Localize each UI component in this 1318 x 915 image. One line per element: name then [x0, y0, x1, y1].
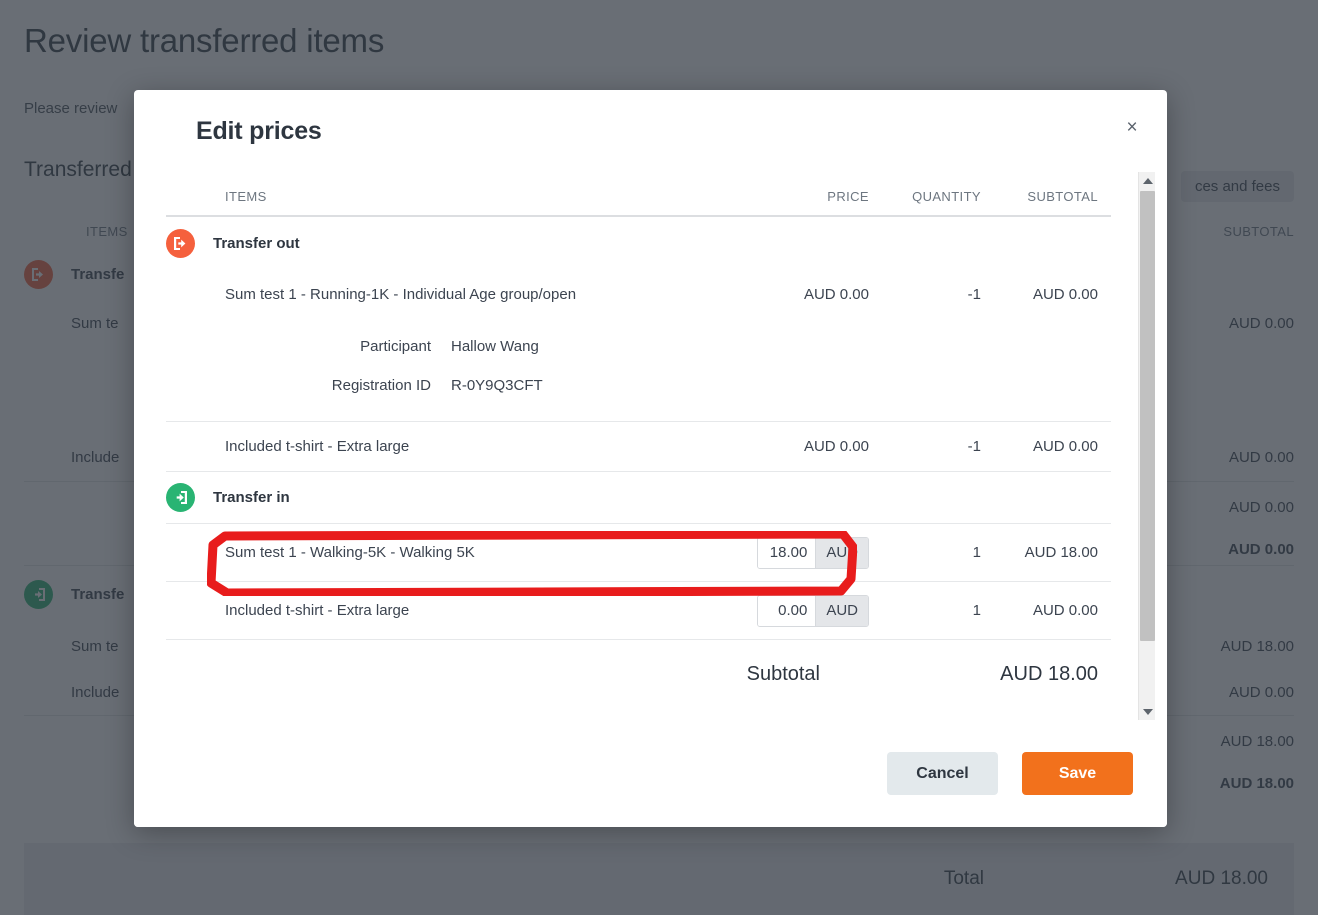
transfer-out-icon	[166, 229, 195, 258]
item-quantity: 1	[869, 602, 981, 619]
price-input[interactable]	[758, 538, 815, 568]
section-header-transfer-out: Transfer out	[166, 217, 1111, 269]
subtotal-label: Subtotal	[166, 663, 868, 686]
header-quantity: QUANTITY	[869, 189, 981, 204]
item-name: Sum test 1 - Walking-5K - Walking 5K	[166, 544, 719, 561]
table-row: Included t-shirt - Extra large AUD 1 AUD…	[166, 581, 1111, 639]
table-row: Sum test 1 - Running-1K - Individual Age…	[166, 269, 1111, 319]
header-subtotal: SUBTOTAL	[981, 189, 1111, 204]
detail-value: R-0Y9Q3CFT	[451, 377, 543, 394]
detail-value: Hallow Wang	[451, 338, 539, 355]
item-price: AUD 0.00	[719, 286, 869, 303]
header-price: PRICE	[719, 189, 869, 204]
detail-label: Registration ID	[166, 377, 451, 394]
item-subtotal: AUD 0.00	[981, 602, 1111, 619]
table-row: Included t-shirt - Extra large AUD 0.00 …	[166, 421, 1111, 471]
price-input[interactable]	[758, 596, 815, 626]
currency-addon: AUD	[815, 596, 868, 626]
modal-scroll-area: ITEMS PRICE QUANTITY SUBTOTAL Transfer o…	[134, 172, 1167, 720]
scroll-down-icon[interactable]	[1139, 703, 1156, 720]
close-icon[interactable]: ×	[1117, 112, 1147, 142]
edit-prices-modal: Edit prices × ITEMS PRICE QUANTITY SUBTO…	[134, 90, 1167, 827]
cancel-button[interactable]: Cancel	[887, 752, 998, 795]
item-subtotal: AUD 0.00	[981, 286, 1111, 303]
item-subtotal: AUD 18.00	[981, 544, 1111, 561]
detail-label: Participant	[166, 338, 451, 355]
price-input-group[interactable]: AUD	[757, 537, 869, 569]
table-row: Sum test 1 - Walking-5K - Walking 5K AUD…	[166, 523, 1111, 581]
item-quantity: -1	[869, 286, 981, 303]
price-input-group[interactable]: AUD	[757, 595, 869, 627]
subtotal-value: AUD 18.00	[868, 663, 1111, 686]
transfer-in-icon	[166, 483, 195, 512]
header-items: ITEMS	[166, 189, 719, 204]
item-quantity: -1	[869, 438, 981, 455]
modal-scrollbar[interactable]	[1138, 172, 1155, 720]
detail-row: Registration ID R-0Y9Q3CFT	[166, 366, 1111, 405]
modal-title: Edit prices	[196, 117, 322, 146]
item-details: Participant Hallow Wang Registration ID …	[166, 319, 1111, 421]
currency-addon: AUD	[815, 538, 868, 568]
section-header-transfer-in: Transfer in	[166, 471, 1111, 523]
item-name: Included t-shirt - Extra large	[166, 438, 719, 455]
modal-table-header: ITEMS PRICE QUANTITY SUBTOTAL	[166, 172, 1111, 217]
scrollbar-thumb[interactable]	[1140, 191, 1155, 641]
item-name: Sum test 1 - Running-1K - Individual Age…	[166, 286, 719, 303]
detail-row: Participant Hallow Wang	[166, 327, 1111, 366]
section-label: Transfer out	[213, 235, 300, 252]
modal-footer: Cancel Save	[134, 720, 1167, 827]
save-button[interactable]: Save	[1022, 752, 1133, 795]
section-label: Transfer in	[213, 489, 290, 506]
item-quantity: 1	[869, 544, 981, 561]
scroll-up-icon[interactable]	[1139, 172, 1156, 189]
subtotal-row: Subtotal AUD 18.00	[166, 639, 1111, 709]
item-price: AUD 0.00	[719, 438, 869, 455]
item-name: Included t-shirt - Extra large	[166, 602, 719, 619]
item-subtotal: AUD 0.00	[981, 438, 1111, 455]
